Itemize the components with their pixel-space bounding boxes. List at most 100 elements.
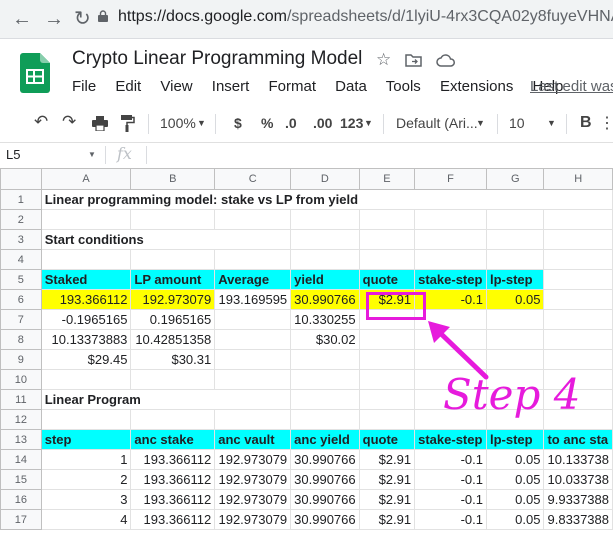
column-header-f[interactable]: F <box>414 168 487 190</box>
cell[interactable]: lp-step <box>485 269 545 290</box>
cell[interactable]: Linear programming model: stake vs LP fr… <box>40 189 613 210</box>
cell[interactable]: 0.1965165 <box>130 309 216 330</box>
cell[interactable]: step <box>40 429 132 450</box>
increase-decimal-button[interactable]: .00 <box>313 115 332 131</box>
cell[interactable] <box>290 349 360 370</box>
cell[interactable] <box>358 209 416 230</box>
url-field[interactable]: https://docs.google.com/spreadsheets/d/1… <box>118 8 613 26</box>
cell[interactable] <box>290 389 360 410</box>
cell[interactable]: 193.366112 <box>130 489 216 510</box>
cell[interactable]: $30.02 <box>290 329 360 350</box>
forward-arrow-icon[interactable]: → <box>44 8 64 30</box>
cell[interactable]: stake-step <box>414 269 487 290</box>
cell[interactable] <box>543 309 613 330</box>
move-folder-icon[interactable] <box>405 53 422 67</box>
cell[interactable]: 2 <box>40 469 132 490</box>
cell[interactable]: lp-step <box>485 429 545 450</box>
sheets-logo-icon[interactable] <box>20 53 50 93</box>
cell[interactable] <box>543 229 613 250</box>
cell[interactable]: yield <box>290 269 360 290</box>
cell[interactable]: $29.45 <box>40 349 132 370</box>
cell[interactable] <box>290 229 360 250</box>
menu-format[interactable]: Format <box>268 78 316 95</box>
cell[interactable]: 9.8337388 <box>543 509 613 530</box>
cell[interactable]: $2.91 <box>358 509 416 530</box>
cell[interactable] <box>214 349 292 370</box>
cell[interactable]: 1 <box>40 449 132 470</box>
row-header[interactable]: 8 <box>0 329 42 350</box>
cell[interactable] <box>414 209 487 230</box>
menu-edit[interactable]: Edit <box>115 78 141 95</box>
row-header[interactable]: 13 <box>0 429 42 450</box>
cell[interactable]: 10.133738 <box>543 449 613 470</box>
decrease-decimal-button[interactable]: .0 <box>285 115 297 131</box>
cell[interactable]: 193.366112 <box>130 509 216 530</box>
menu-insert[interactable]: Insert <box>212 78 250 95</box>
cell[interactable]: 10.13373883 <box>40 329 132 350</box>
column-header-e[interactable]: E <box>358 168 416 190</box>
cell[interactable] <box>214 329 292 350</box>
font-dropdown-icon[interactable]: ▼ <box>476 118 485 128</box>
cell[interactable] <box>40 409 132 430</box>
cell[interactable]: 192.973079 <box>214 489 292 510</box>
bold-button[interactable]: B <box>580 114 592 132</box>
cell[interactable]: 0.05 <box>485 449 545 470</box>
cell[interactable]: 30.990766 <box>290 449 360 470</box>
cell[interactable] <box>358 369 416 390</box>
cell[interactable] <box>130 409 216 430</box>
cell[interactable] <box>214 309 292 330</box>
cell[interactable] <box>358 349 416 370</box>
more-options-icon[interactable]: ⋮ <box>599 113 613 133</box>
zoom-dropdown-icon[interactable]: ▼ <box>197 118 206 128</box>
cell[interactable]: 30.990766 <box>290 509 360 530</box>
cell[interactable]: 192.973079 <box>130 289 216 310</box>
cell[interactable]: anc vault <box>214 429 292 450</box>
cell[interactable]: anc stake <box>130 429 216 450</box>
cell[interactable]: quote <box>358 429 416 450</box>
menu-data[interactable]: Data <box>335 78 367 95</box>
currency-format-button[interactable]: $ <box>234 115 242 131</box>
name-box-dropdown-icon[interactable]: ▼ <box>88 150 96 159</box>
back-arrow-icon[interactable]: ← <box>12 8 32 30</box>
cell[interactable] <box>290 369 360 390</box>
zoom-select[interactable]: 100% <box>160 115 196 131</box>
column-header-g[interactable]: G <box>485 168 545 190</box>
cell[interactable] <box>543 269 613 290</box>
cell[interactable] <box>214 369 292 390</box>
column-header-c[interactable]: C <box>214 168 292 190</box>
column-header-a[interactable]: A <box>40 168 132 190</box>
cell[interactable]: 0.05 <box>485 489 545 510</box>
cell[interactable] <box>130 209 216 230</box>
cell[interactable]: 193.169595 <box>214 289 292 310</box>
cell[interactable]: 30.990766 <box>290 489 360 510</box>
cell[interactable]: 3 <box>40 489 132 510</box>
row-header[interactable]: 5 <box>0 269 42 290</box>
cell[interactable]: 0.05 <box>485 289 545 310</box>
cell[interactable]: Start conditions <box>40 229 292 250</box>
document-title[interactable]: Crypto Linear Programming Model <box>72 48 362 70</box>
cell[interactable]: 30.990766 <box>290 469 360 490</box>
percent-format-button[interactable]: % <box>261 115 273 131</box>
cell[interactable]: -0.1 <box>414 449 487 470</box>
row-header[interactable]: 7 <box>0 309 42 330</box>
cell[interactable] <box>543 249 613 270</box>
cell[interactable]: 193.366112 <box>130 469 216 490</box>
cell[interactable] <box>543 289 613 310</box>
cell[interactable]: 10.033738 <box>543 469 613 490</box>
more-formats-button[interactable]: 123 <box>340 115 363 131</box>
cell[interactable] <box>130 369 216 390</box>
cell[interactable] <box>543 209 613 230</box>
cell[interactable] <box>214 409 292 430</box>
column-header-d[interactable]: D <box>290 168 360 190</box>
cell[interactable]: 0.05 <box>485 469 545 490</box>
cell[interactable] <box>543 329 613 350</box>
menu-extensions[interactable]: Extensions <box>440 78 513 95</box>
cell[interactable]: -0.1 <box>414 469 487 490</box>
more-formats-dropdown-icon[interactable]: ▼ <box>364 118 373 128</box>
select-all-corner[interactable] <box>0 168 42 190</box>
row-header[interactable]: 4 <box>0 249 42 270</box>
undo-icon[interactable]: ↶ <box>34 112 48 132</box>
cell[interactable] <box>290 409 360 430</box>
cell[interactable] <box>358 229 416 250</box>
cell[interactable] <box>414 249 487 270</box>
